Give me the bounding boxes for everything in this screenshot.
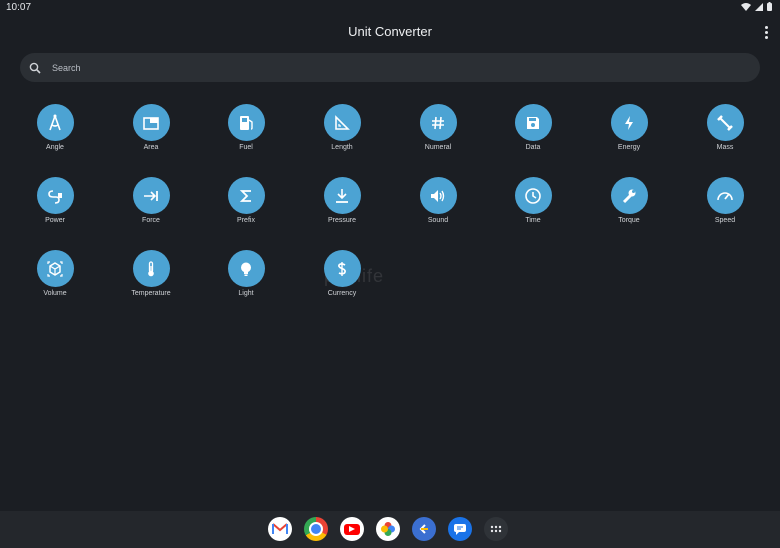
- wrench-icon: [622, 189, 636, 203]
- sigma-icon: [239, 189, 251, 202]
- weight-icon: [717, 114, 733, 131]
- converter-mass[interactable]: Mass: [685, 104, 765, 151]
- plug-icon: [48, 189, 62, 204]
- converter-currency[interactable]: Currency: [302, 250, 382, 297]
- speaker-icon: [431, 189, 445, 202]
- youtube-icon[interactable]: [340, 517, 364, 541]
- search-input[interactable]: Search: [20, 53, 760, 82]
- more-options-button[interactable]: [762, 24, 770, 40]
- app-drawer-icon[interactable]: [484, 517, 508, 541]
- converter-time[interactable]: Time: [493, 177, 573, 224]
- chrome-icon[interactable]: [304, 517, 328, 541]
- converter-volume[interactable]: Volume: [15, 250, 95, 297]
- bolt-icon: [625, 115, 633, 130]
- converter-power[interactable]: Power: [15, 177, 95, 224]
- length-icon: [335, 114, 350, 130]
- converter-light[interactable]: Light: [206, 250, 286, 297]
- converter-prefix[interactable]: Prefix: [206, 177, 286, 224]
- clock-icon: [525, 187, 541, 204]
- area-icon: [143, 116, 159, 130]
- converter-speed[interactable]: Speed: [685, 177, 765, 224]
- search-placeholder: Search: [52, 62, 81, 73]
- cube-icon: [47, 260, 63, 277]
- converter-angle[interactable]: Angle: [15, 104, 95, 151]
- status-time: 10:07: [6, 2, 32, 13]
- signal-icon: [755, 2, 763, 11]
- taskbar: [0, 511, 780, 548]
- converter-data[interactable]: Data: [493, 104, 573, 151]
- converter-torque[interactable]: Torque: [589, 177, 669, 224]
- converter-fuel[interactable]: Fuel: [206, 104, 286, 151]
- arrow-bar-icon: [144, 190, 158, 201]
- dollar-icon: [338, 261, 346, 276]
- converter-numeral[interactable]: Numeral: [398, 104, 478, 151]
- thermometer-icon: [148, 260, 154, 276]
- battery-icon: [767, 2, 772, 11]
- page-title: Unit Converter: [348, 24, 432, 39]
- converter-force[interactable]: Force: [111, 177, 191, 224]
- back-app-icon[interactable]: [412, 517, 436, 541]
- status-icons: [741, 2, 772, 11]
- angle-icon: [49, 114, 61, 130]
- status-bar: 10:07: [0, 0, 780, 16]
- floppy-icon: [527, 116, 539, 129]
- converter-length[interactable]: Length: [302, 104, 382, 151]
- messages-icon[interactable]: [448, 517, 472, 541]
- converter-area[interactable]: Area: [111, 104, 191, 151]
- wifi-icon: [741, 2, 751, 11]
- fuel-icon: [240, 115, 253, 130]
- converter-sound[interactable]: Sound: [398, 177, 478, 224]
- photos-icon[interactable]: [376, 517, 400, 541]
- converter-pressure[interactable]: Pressure: [302, 177, 382, 224]
- app-bar: Unit Converter: [0, 22, 780, 44]
- converter-temperature[interactable]: Temperature: [111, 250, 191, 297]
- pressure-icon: [336, 188, 348, 203]
- gmail-icon[interactable]: [268, 517, 292, 541]
- bulb-icon: [241, 262, 251, 276]
- gauge-icon: [717, 191, 733, 200]
- more-vert-icon: [764, 25, 768, 29]
- converter-energy[interactable]: Energy: [589, 104, 669, 151]
- hash-icon: [432, 116, 444, 129]
- search-icon: [29, 62, 41, 74]
